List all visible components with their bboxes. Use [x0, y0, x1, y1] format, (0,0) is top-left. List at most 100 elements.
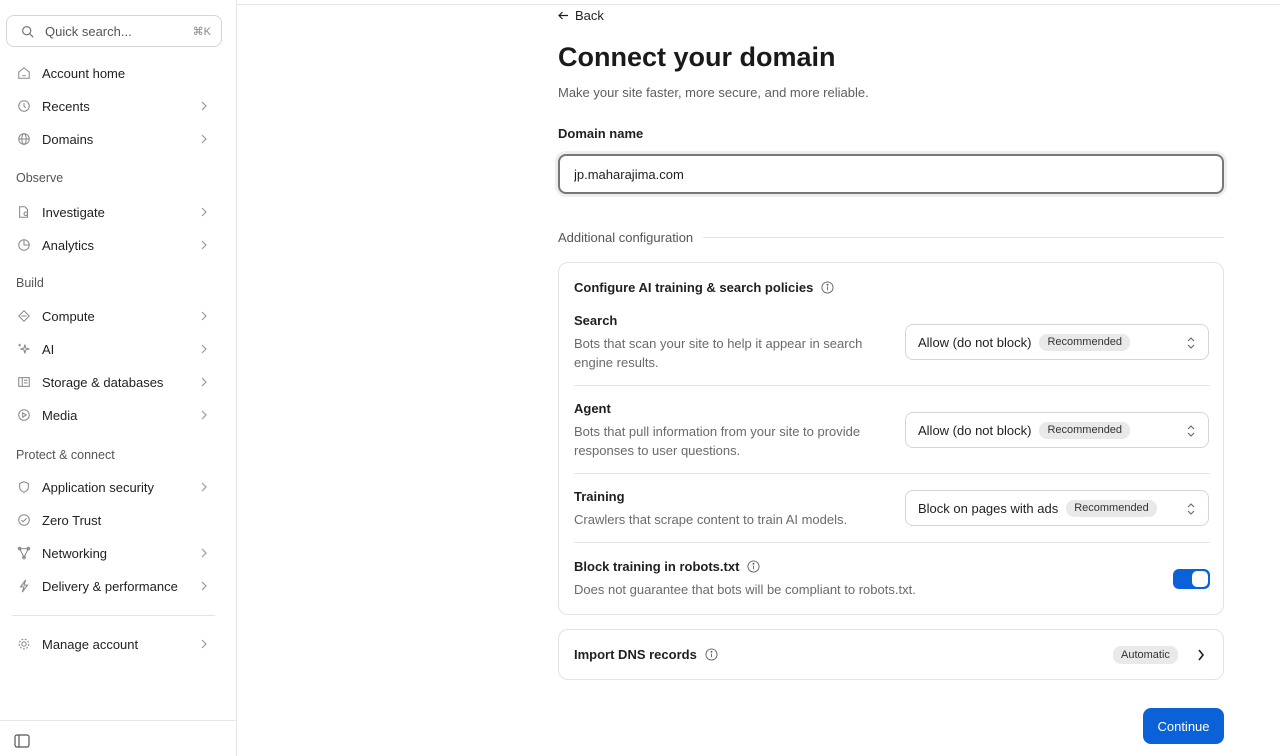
- sidebar-item-zero-trust[interactable]: Zero Trust: [6, 505, 222, 535]
- domain-name-label: Domain name: [558, 126, 644, 141]
- sidebar-item-label: Compute: [42, 308, 95, 324]
- lightning-icon: [16, 578, 32, 594]
- sidebar: Quick search... ⌘K Account home Recents …: [0, 0, 237, 756]
- play-circle-icon: [16, 407, 32, 423]
- recommended-badge: Recommended: [1066, 499, 1157, 517]
- continue-button[interactable]: Continue: [1143, 708, 1224, 744]
- info-icon[interactable]: [821, 281, 834, 294]
- search-policy-select[interactable]: Allow (do not block) Recommended: [905, 324, 1209, 360]
- sidebar-item-recents[interactable]: Recents: [6, 91, 222, 121]
- chevron-up-down-icon: [1186, 335, 1196, 351]
- chevron-up-down-icon: [1186, 501, 1196, 517]
- globe-icon: [16, 131, 32, 147]
- sidebar-item-delivery[interactable]: Delivery & performance: [6, 571, 222, 601]
- ai-policies-title-text: Configure AI training & search policies: [574, 280, 814, 295]
- domain-name-input[interactable]: [558, 154, 1224, 194]
- sidebar-item-storage[interactable]: Storage & databases: [6, 367, 222, 397]
- pie-chart-icon: [16, 237, 32, 253]
- select-value: Allow (do not block): [918, 422, 1032, 438]
- additional-configuration-header: Additional configuration: [558, 230, 1224, 245]
- training-policy-select[interactable]: Block on pages with ads Recommended: [905, 490, 1209, 526]
- sidebar-item-media[interactable]: Media: [6, 400, 222, 430]
- chevron-up-down-icon: [1186, 423, 1196, 439]
- chevron-right-icon: [200, 580, 212, 592]
- additional-configuration-label: Additional configuration: [558, 230, 694, 245]
- sidebar-item-label: Manage account: [42, 636, 139, 652]
- row-divider: [574, 385, 1210, 386]
- recommended-badge: Recommended: [1039, 333, 1131, 351]
- search-placeholder: Quick search...: [45, 23, 132, 39]
- page-title: Connect your domain: [558, 42, 836, 72]
- policy-description: Bots that scan your site to help it appe…: [574, 336, 863, 370]
- sidebar-item-investigate[interactable]: Investigate: [6, 197, 222, 227]
- chevron-right-icon: [200, 206, 212, 218]
- agent-policy-select[interactable]: Allow (do not block) Recommended: [905, 412, 1209, 448]
- chevron-right-icon: [200, 310, 212, 322]
- history-icon: [16, 98, 32, 114]
- divider-line: [703, 237, 1224, 238]
- robots-name-text: Block training in robots.txt: [574, 559, 740, 574]
- select-value: Block on pages with ads: [918, 500, 1059, 516]
- arrow-left-icon: [558, 8, 569, 23]
- section-protect: Protect & connect: [16, 448, 115, 462]
- sidebar-item-analytics[interactable]: Analytics: [6, 230, 222, 260]
- sidebar-item-domains[interactable]: Domains: [6, 124, 222, 154]
- chevron-right-icon: [200, 376, 212, 388]
- robots-row: Block training in robots.txt Does not gu…: [574, 559, 1210, 599]
- recommended-badge: Recommended: [1039, 421, 1131, 439]
- block-training-toggle[interactable]: [1173, 569, 1210, 589]
- sidebar-item-compute[interactable]: Compute: [6, 301, 222, 331]
- section-observe: Observe: [16, 171, 64, 185]
- robots-name: Block training in robots.txt: [574, 559, 1210, 574]
- search-icon: [19, 23, 35, 39]
- sidebar-item-label: Networking: [42, 545, 108, 561]
- chevron-right-icon: [200, 547, 212, 559]
- chevron-right-icon: [1197, 648, 1207, 662]
- import-dns-card[interactable]: Import DNS records Automatic: [558, 629, 1224, 680]
- sidebar-item-label: Recents: [42, 98, 90, 114]
- chevron-right-icon: [200, 638, 212, 650]
- sidebar-item-label: Media: [42, 407, 78, 423]
- compute-icon: [16, 308, 32, 324]
- quick-search[interactable]: Quick search... ⌘K: [6, 15, 222, 47]
- chevron-right-icon: [200, 100, 212, 112]
- import-dns-title-text: Import DNS records: [574, 647, 697, 662]
- sidebar-item-application-security[interactable]: Application security: [6, 472, 222, 502]
- sidebar-item-label: Storage & databases: [42, 374, 164, 390]
- info-icon[interactable]: [747, 560, 760, 573]
- sidebar-item-networking[interactable]: Networking: [6, 538, 222, 568]
- section-build: Build: [16, 276, 44, 290]
- zero-trust-icon: [16, 512, 32, 528]
- sidebar-item-label: Account home: [42, 65, 126, 81]
- info-icon[interactable]: [705, 648, 718, 661]
- sidebar-item-label: Investigate: [42, 204, 105, 220]
- sidebar-divider: [12, 615, 215, 616]
- chevron-right-icon: [200, 133, 212, 145]
- row-divider: [574, 542, 1210, 543]
- ai-policies-card: Configure AI training & search policies …: [558, 262, 1224, 615]
- policy-description: Crawlers that scrape content to train AI…: [574, 512, 848, 527]
- sidebar-item-account-home[interactable]: Account home: [6, 58, 222, 88]
- row-divider: [574, 473, 1210, 474]
- sidebar-item-manage-account[interactable]: Manage account: [6, 629, 222, 659]
- policy-description: Bots that pull information from your sit…: [574, 424, 861, 458]
- sidebar-item-label: AI: [42, 341, 55, 357]
- automatic-badge: Automatic: [1113, 646, 1178, 664]
- back-link[interactable]: Back: [558, 8, 604, 23]
- back-label: Back: [575, 8, 604, 23]
- sidebar-item-label: Analytics: [42, 237, 95, 253]
- sidebar-item-ai[interactable]: AI: [6, 334, 222, 364]
- import-dns-title: Import DNS records: [574, 647, 718, 662]
- toggle-knob: [1192, 571, 1208, 587]
- shield-icon: [16, 479, 32, 495]
- search-shortcut: ⌘K: [192, 25, 211, 38]
- chevron-right-icon: [200, 343, 212, 355]
- network-icon: [16, 545, 32, 561]
- sidebar-item-label: Zero Trust: [42, 512, 102, 528]
- database-icon: [16, 374, 32, 390]
- chevron-right-icon: [200, 409, 212, 421]
- document-search-icon: [16, 204, 32, 220]
- page-subtitle: Make your site faster, more secure, and …: [558, 85, 869, 100]
- select-value: Allow (do not block): [918, 334, 1032, 350]
- sidebar-collapse-icon[interactable]: [14, 734, 32, 750]
